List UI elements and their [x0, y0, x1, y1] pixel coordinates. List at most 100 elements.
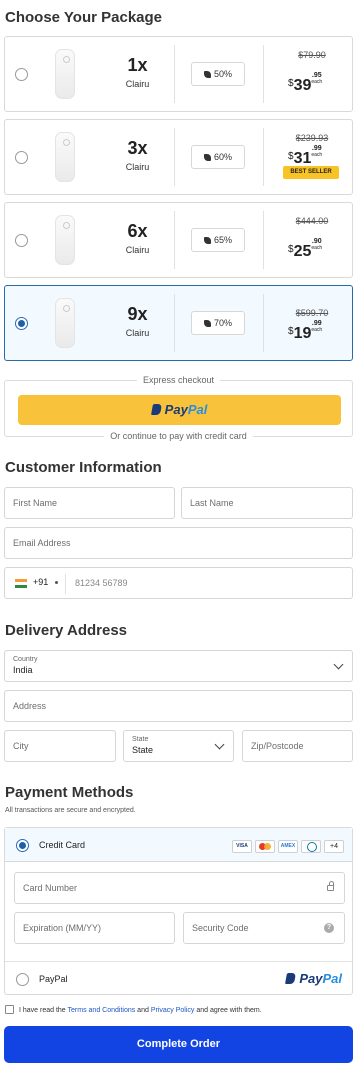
- divider: [263, 128, 264, 186]
- package-section-title: Choose Your Package: [5, 9, 163, 26]
- paypal-option[interactable]: PayPal PayPal: [5, 961, 352, 995]
- package-radio[interactable]: [15, 151, 28, 164]
- price-each: each: [311, 245, 323, 251]
- continue-text: Or continue to pay with credit card: [104, 431, 253, 441]
- address-field[interactable]: Address: [4, 690, 353, 722]
- visa-icon: VISA: [232, 840, 252, 854]
- package-card-6x[interactable]: 6x Clairu 65% $444.00 $25.90 each: [4, 202, 353, 278]
- price: $31.99 each: [288, 145, 348, 168]
- agree-middle: and: [135, 1007, 151, 1014]
- city-field[interactable]: City: [4, 730, 116, 762]
- price: $39.95 each: [288, 72, 348, 95]
- state-label: State: [132, 736, 149, 743]
- divider: [65, 574, 66, 594]
- package-quantity: 1x: [127, 55, 148, 75]
- card-brands: VISA AMEX +4: [229, 838, 344, 856]
- complete-order-button[interactable]: Complete Order: [4, 1026, 353, 1063]
- agree-prefix: I have read the: [19, 1007, 68, 1014]
- price: $25.90 each: [288, 238, 348, 261]
- price-cents: .99: [311, 320, 322, 327]
- price-cents: .95: [311, 72, 322, 79]
- discount-value: 60%: [213, 152, 232, 162]
- price: $19.99 each: [288, 320, 348, 343]
- discount-badge: 70%: [191, 311, 245, 335]
- express-checkout-label: Express checkout: [136, 375, 221, 385]
- package-card-3x[interactable]: 3x Clairu 60% $239.93 $31.99 each BEST SE…: [4, 119, 353, 195]
- security-code-placeholder: Security Code: [192, 923, 249, 933]
- lock-icon: [327, 881, 334, 891]
- package-radio[interactable]: [15, 68, 28, 81]
- discount-value: 65%: [213, 235, 232, 245]
- last-name-placeholder: Last Name: [190, 498, 234, 508]
- paypal-icon: [150, 404, 162, 415]
- divider: [174, 294, 175, 352]
- card-number-placeholder: Card Number: [23, 883, 78, 893]
- package-quantity: 3x: [127, 138, 148, 158]
- country-select[interactable]: Country India: [4, 650, 353, 682]
- old-price: $444.00: [295, 216, 329, 226]
- terms-checkbox[interactable]: [5, 1005, 14, 1014]
- paypal-express-button[interactable]: PayPal: [18, 395, 341, 425]
- card-number-field[interactable]: Card Number: [14, 872, 345, 904]
- package-quantity: 9x: [127, 304, 148, 324]
- divider: [174, 211, 175, 269]
- discount-value: 50%: [213, 69, 232, 79]
- diners-icon: [301, 840, 321, 854]
- product-image: [55, 298, 75, 348]
- product-image: [55, 132, 75, 182]
- discount-value: 70%: [213, 318, 232, 328]
- zip-placeholder: Zip/Postcode: [251, 741, 304, 751]
- terms-agreement: I have read the Terms and Conditions and…: [5, 1005, 262, 1014]
- state-select[interactable]: State State: [123, 730, 234, 762]
- product-image: [55, 49, 75, 99]
- paypal-logo-pay: Pay: [164, 402, 188, 417]
- discount-badge: 50%: [191, 62, 245, 86]
- package-radio[interactable]: [15, 234, 28, 247]
- paypal-logo-pay: Pay: [299, 971, 323, 986]
- tag-icon: [203, 320, 211, 327]
- paypal-radio[interactable]: [16, 973, 29, 986]
- credit-card-option[interactable]: Credit Card VISA AMEX +4: [5, 828, 352, 862]
- price-each: each: [311, 152, 323, 158]
- divider: [263, 45, 264, 103]
- privacy-link[interactable]: Privacy Policy: [151, 1007, 195, 1014]
- email-field[interactable]: Email Address: [4, 527, 353, 559]
- divider: [263, 211, 264, 269]
- terms-link[interactable]: Terms and Conditions: [68, 1007, 136, 1014]
- package-radio[interactable]: [15, 317, 28, 330]
- credit-card-radio[interactable]: [16, 839, 29, 852]
- expiration-field[interactable]: Expiration (MM/YY): [14, 912, 175, 944]
- email-placeholder: Email Address: [13, 538, 71, 548]
- discount-badge: 65%: [191, 228, 245, 252]
- package-quantity: 6x: [127, 221, 148, 241]
- security-code-field[interactable]: Security Code ?: [183, 912, 345, 944]
- expiration-placeholder: Expiration (MM/YY): [23, 923, 102, 933]
- phone-country-code[interactable]: +91: [33, 577, 48, 587]
- divider: [174, 128, 175, 186]
- agree-suffix: and agree with them.: [194, 1007, 262, 1014]
- address-placeholder: Address: [13, 701, 47, 711]
- paypal-logo: PayPal: [285, 971, 342, 986]
- paypal-icon: [285, 973, 297, 984]
- first-name-placeholder: First Name: [13, 498, 58, 508]
- help-icon[interactable]: ?: [324, 923, 334, 933]
- divider: [174, 45, 175, 103]
- tag-icon: [203, 154, 211, 161]
- credit-card-label: Credit Card: [39, 840, 86, 850]
- old-price: $599.70: [295, 308, 329, 318]
- first-name-field[interactable]: First Name: [4, 487, 175, 519]
- product-image: [55, 215, 75, 265]
- old-price: $239.93: [295, 133, 329, 143]
- last-name-field[interactable]: Last Name: [181, 487, 353, 519]
- india-flag-icon[interactable]: [15, 579, 27, 588]
- package-card-9x[interactable]: 9x Clairu 70% $599.70 $19.99 each: [4, 285, 353, 361]
- state-value: State: [132, 745, 154, 755]
- city-placeholder: City: [13, 741, 29, 751]
- zip-field[interactable]: Zip/Postcode: [242, 730, 353, 762]
- price-main: 19: [293, 325, 312, 342]
- phone-field[interactable]: +91 81234 56789: [4, 567, 353, 599]
- package-card-1x[interactable]: 1x Clairu 50% $79.90 $39.95 each: [4, 36, 353, 112]
- paypal-label: PayPal: [39, 974, 68, 984]
- price-main: 39: [293, 77, 312, 94]
- country-label: Country: [13, 656, 38, 663]
